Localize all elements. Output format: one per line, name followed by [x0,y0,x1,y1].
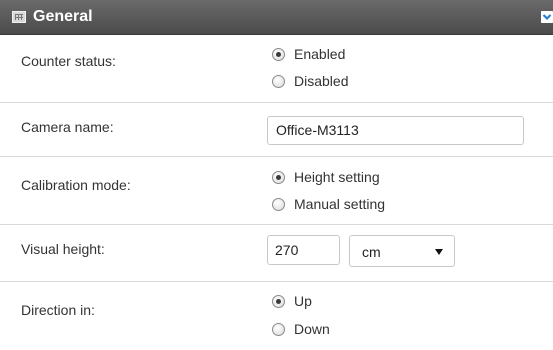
camera-name-input[interactable]: Office-M3113 [267,116,524,145]
chevron-down-icon[interactable] [541,11,553,23]
visual-height-input[interactable]: 270 [267,235,340,265]
counter-status-row: Counter status: Enabled Disabled [0,35,553,103]
calibration-mode-label: Calibration mode: [21,177,131,193]
counter-status-disabled-option[interactable]: Disabled [272,72,348,90]
panel-header[interactable]: General [0,0,553,35]
general-settings-panel: General Counter status: Enabled Disabled… [0,0,553,350]
radio-down[interactable] [272,322,285,336]
radio-disabled-label[interactable]: Disabled [294,73,348,89]
counter-status-enabled-option[interactable]: Enabled [272,45,345,63]
radio-up-label[interactable]: Up [294,293,312,309]
calibration-manual-option[interactable]: Manual setting [272,195,385,213]
unit-select[interactable]: cm [349,235,455,267]
radio-height-setting-label[interactable]: Height setting [294,169,380,185]
radio-enabled-label[interactable]: Enabled [294,46,345,62]
radio-manual-setting[interactable] [272,197,285,211]
direction-down-option[interactable]: Down [272,320,330,338]
calibration-height-option[interactable]: Height setting [272,168,380,186]
direction-in-label: Direction in: [21,302,95,318]
dropdown-arrow-icon [435,249,443,255]
settings-grid-icon [12,11,26,23]
counter-status-label: Counter status: [21,53,116,69]
radio-disabled[interactable] [272,74,285,88]
radio-down-label[interactable]: Down [294,321,330,337]
direction-in-row: Direction in: Up Down [0,282,553,350]
unit-select-value: cm [362,244,381,260]
camera-name-label: Camera name: [21,119,114,135]
radio-enabled[interactable] [272,47,285,61]
radio-height-setting[interactable] [272,170,285,184]
direction-up-option[interactable]: Up [272,292,312,310]
calibration-mode-row: Calibration mode: Height setting Manual … [0,157,553,225]
visual-height-label: Visual height: [21,241,105,257]
panel-title: General [33,8,93,25]
radio-up[interactable] [272,294,285,308]
radio-manual-setting-label[interactable]: Manual setting [294,196,385,212]
